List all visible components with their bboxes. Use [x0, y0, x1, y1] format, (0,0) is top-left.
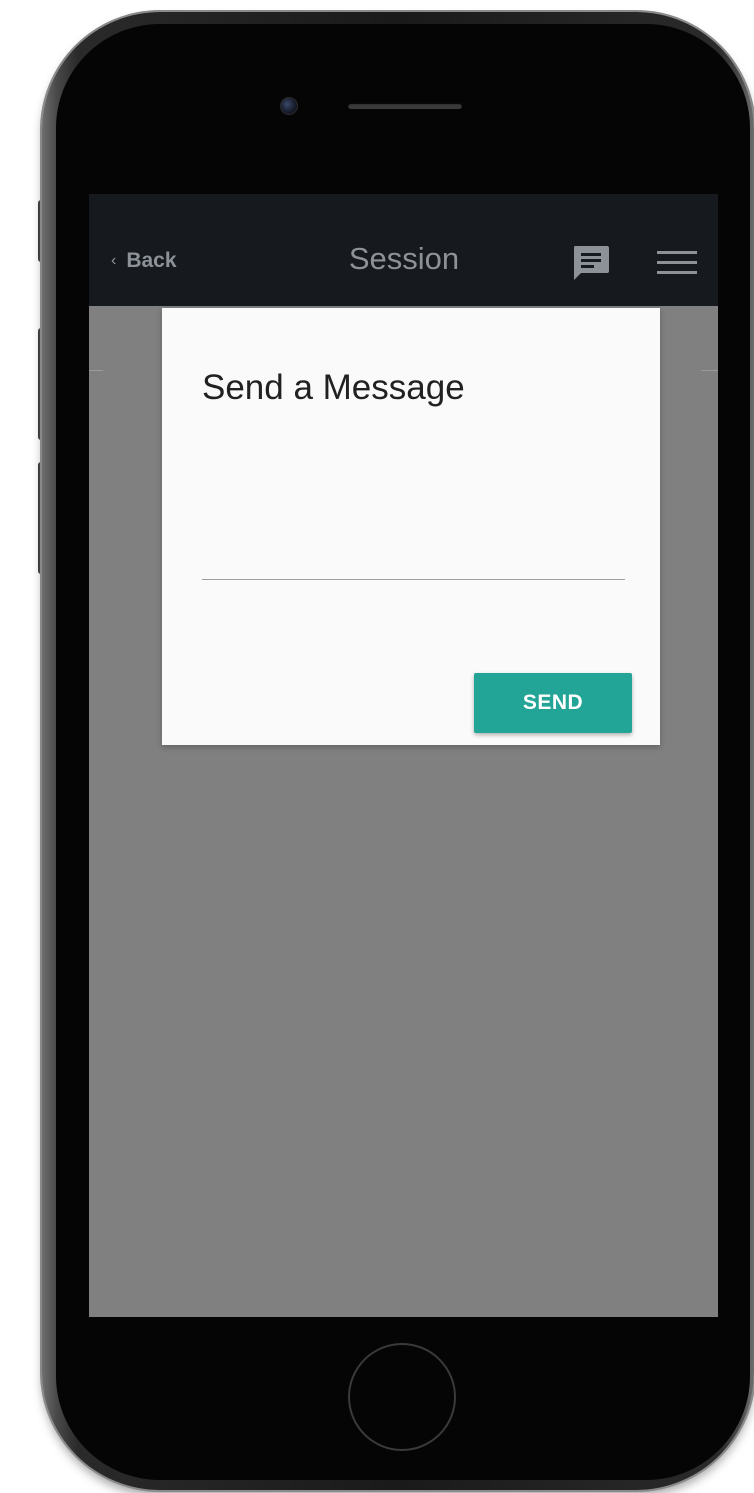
home-button[interactable]: [348, 1343, 456, 1451]
chevron-left-icon: ‹: [111, 252, 117, 269]
earpiece-speaker: [348, 103, 462, 109]
send-button[interactable]: SEND: [474, 673, 632, 733]
phone-screen: ‹ Back Session Send a Message SEND: [89, 194, 718, 1317]
back-button[interactable]: ‹ Back: [111, 244, 177, 278]
app-header: ‹ Back Session: [89, 194, 718, 306]
message-input[interactable]: [202, 546, 625, 580]
front-camera: [280, 97, 298, 115]
page-title: Session: [348, 241, 460, 276]
send-message-dialog: Send a Message SEND: [162, 308, 660, 745]
background-divider-left: [89, 370, 103, 371]
hamburger-menu-icon[interactable]: [657, 248, 697, 278]
back-label: Back: [126, 249, 177, 272]
background-divider-right: [701, 370, 718, 371]
dialog-title: Send a Message: [202, 368, 465, 407]
page: ‹ Back Session Send a Message SEND: [0, 0, 754, 1493]
chat-bubble-icon[interactable]: [571, 244, 611, 282]
